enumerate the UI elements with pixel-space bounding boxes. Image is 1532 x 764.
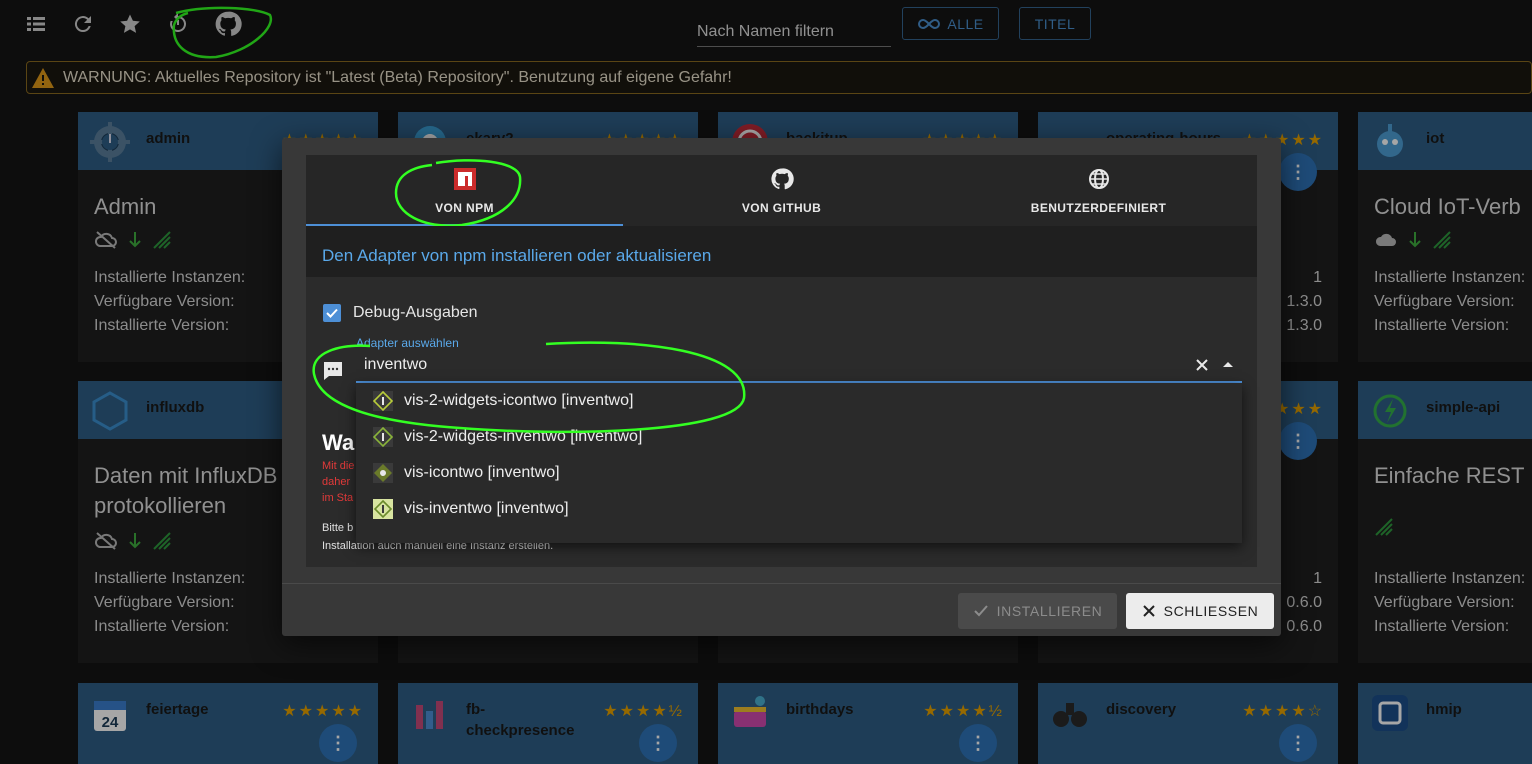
panel-header: Den Adapter von npm installieren oder ak…: [306, 226, 1257, 277]
install-button-label: INSTALLIEREN: [996, 603, 1103, 619]
inventwo-icon: [373, 463, 393, 483]
option-label: vis-icontwo [inventwo]: [404, 464, 560, 481]
background-warning-line3: im Sta: [322, 492, 354, 504]
close-icon: [1142, 605, 1155, 617]
tab-label: VON GITHUB: [741, 200, 822, 215]
close-button[interactable]: SCHLIESSEN: [1126, 593, 1274, 629]
clear-icon[interactable]: [1195, 358, 1209, 372]
inventwo-icon: [373, 499, 393, 519]
option-vis-inventwo[interactable]: vis-inventwo [inventwo]: [356, 491, 1242, 527]
close-button-label: SCHLIESSEN: [1163, 603, 1259, 619]
dialog-divider: [282, 583, 1281, 584]
debug-checkbox[interactable]: [323, 304, 341, 322]
check-icon: [326, 308, 338, 318]
green-annotation-circle: [312, 341, 746, 434]
tab-github[interactable]: VON GITHUB: [623, 155, 940, 226]
debug-label: Debug-Ausgaben: [353, 304, 478, 321]
install-dialog: VON NPM VON GITHUB BENUTZERDEFINIERT Den…: [282, 138, 1281, 636]
tab-label: BENUTZERDEFINIERT: [1030, 200, 1167, 215]
green-annotation-circle: [394, 159, 522, 227]
option-label: vis-inventwo [inventwo]: [404, 500, 569, 517]
panel-title: Den Adapter von npm installieren oder ak…: [322, 246, 712, 265]
github-icon: [770, 167, 794, 189]
background-warning-line2: daher: [322, 476, 351, 488]
caret-up-icon[interactable]: [1222, 360, 1234, 368]
background-note-line1: Bitte b: [322, 522, 354, 534]
globe-icon: [1088, 168, 1109, 189]
background-warning-line1: Mit die: [322, 460, 355, 472]
option-vis-icontwo[interactable]: vis-icontwo [inventwo]: [356, 455, 1242, 491]
tab-custom[interactable]: BENUTZERDEFINIERT: [940, 155, 1257, 226]
install-button[interactable]: INSTALLIEREN: [958, 593, 1117, 629]
check-icon: [973, 605, 988, 617]
